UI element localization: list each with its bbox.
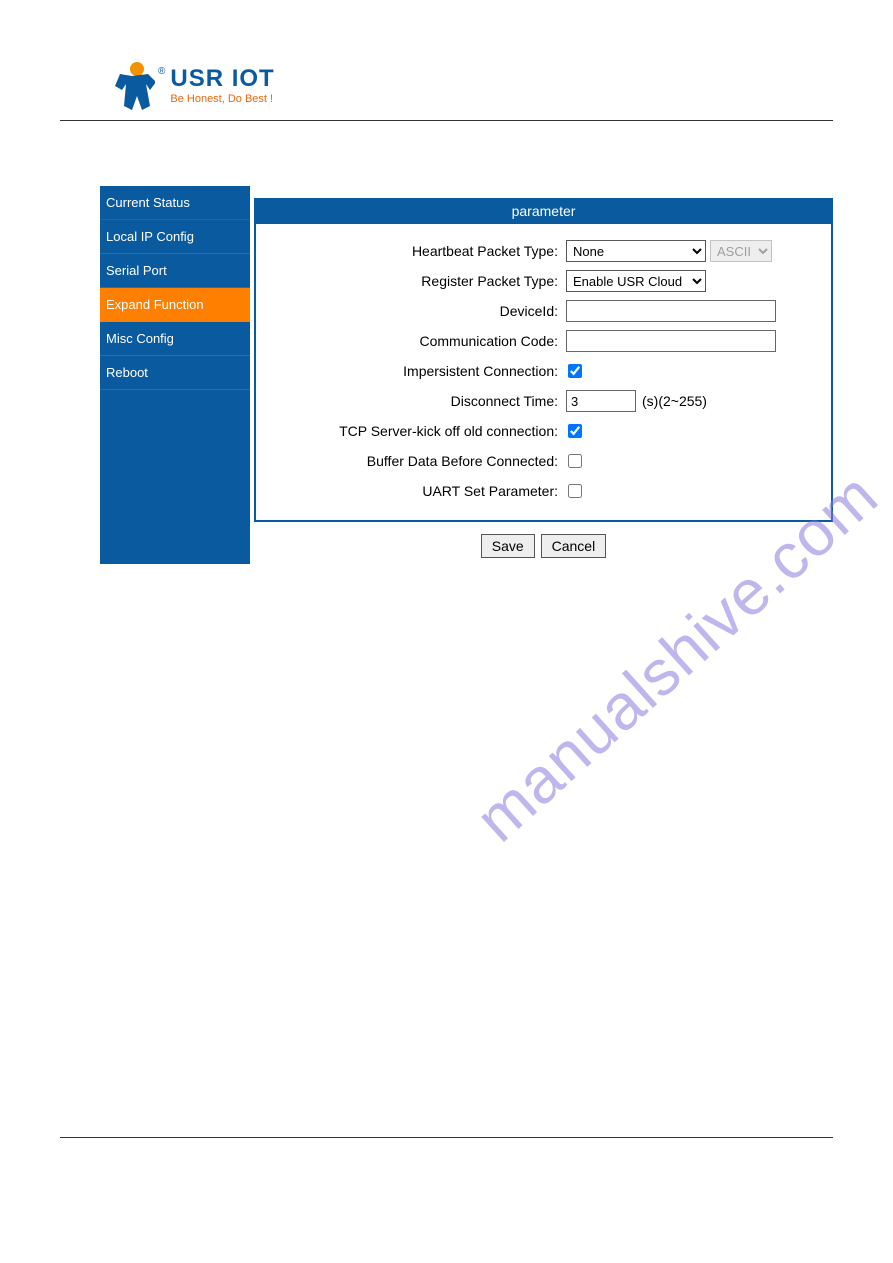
sidebar-item-local-ip-config[interactable]: Local IP Config: [100, 220, 250, 254]
impersistent-label: Impersistent Connection:: [266, 363, 566, 379]
registered-mark: ®: [158, 66, 165, 77]
heartbeat-select[interactable]: None: [566, 240, 706, 262]
brand-name: USR IOT: [170, 65, 274, 93]
kickoff-checkbox[interactable]: [568, 424, 582, 438]
panel-title: parameter: [254, 198, 833, 224]
save-button[interactable]: Save: [481, 534, 535, 558]
page-header: ® USR IOT Be Honest, Do Best !: [60, 60, 833, 120]
uart-checkbox[interactable]: [568, 484, 582, 498]
kickoff-label: TCP Server-kick off old connection:: [266, 423, 566, 439]
brand-tagline: Be Honest, Do Best !: [170, 93, 274, 105]
button-row: Save Cancel: [254, 534, 833, 558]
impersistent-checkbox[interactable]: [568, 364, 582, 378]
cancel-button[interactable]: Cancel: [541, 534, 607, 558]
main-panel: parameter Heartbeat Packet Type: None AS…: [250, 186, 833, 564]
footer-divider: [60, 1137, 833, 1138]
ascii-select: ASCII: [710, 240, 772, 262]
brand-logo: ® USR IOT Be Honest, Do Best !: [110, 60, 275, 110]
disconnect-label: Disconnect Time:: [266, 393, 566, 409]
sidebar-item-serial-port[interactable]: Serial Port: [100, 254, 250, 288]
deviceid-label: DeviceId:: [266, 303, 566, 319]
sidebar-item-current-status[interactable]: Current Status: [100, 186, 250, 220]
disconnect-input[interactable]: [566, 390, 636, 412]
logo-icon: [110, 60, 155, 110]
commcode-input[interactable]: [566, 330, 776, 352]
deviceid-input[interactable]: [566, 300, 776, 322]
register-label: Register Packet Type:: [266, 273, 566, 289]
sidebar-item-reboot[interactable]: Reboot: [100, 356, 250, 390]
sidebar-item-expand-function[interactable]: Expand Function: [100, 288, 250, 322]
panel-body: Heartbeat Packet Type: None ASCII Regist…: [254, 224, 833, 522]
disconnect-suffix: (s)(2~255): [642, 393, 707, 409]
sidebar: Current Status Local IP Config Serial Po…: [100, 186, 250, 564]
sidebar-item-misc-config[interactable]: Misc Config: [100, 322, 250, 356]
buffer-label: Buffer Data Before Connected:: [266, 453, 566, 469]
heartbeat-label: Heartbeat Packet Type:: [266, 243, 566, 259]
header-divider: [60, 120, 833, 121]
commcode-label: Communication Code:: [266, 333, 566, 349]
register-select[interactable]: Enable USR Cloud: [566, 270, 706, 292]
uart-label: UART Set Parameter:: [266, 483, 566, 499]
buffer-checkbox[interactable]: [568, 454, 582, 468]
